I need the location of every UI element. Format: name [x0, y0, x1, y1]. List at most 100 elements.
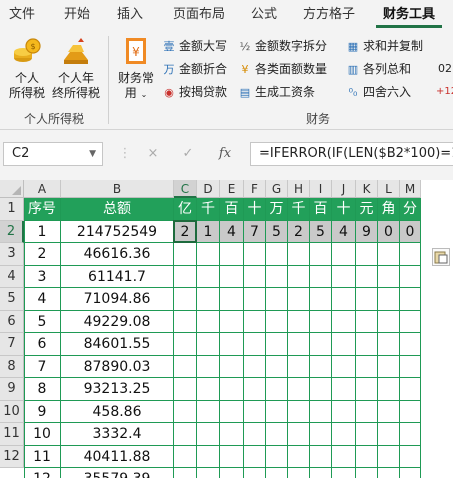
- digit-cell[interactable]: [356, 423, 378, 446]
- column-header-h[interactable]: H: [288, 180, 310, 198]
- data-cell[interactable]: 46616.36: [61, 243, 174, 266]
- digit-cell[interactable]: [356, 468, 378, 478]
- digit-cell[interactable]: [174, 445, 197, 468]
- digit-cell[interactable]: [310, 355, 332, 378]
- digit-cell[interactable]: [220, 243, 244, 266]
- digit-cell[interactable]: [174, 400, 197, 423]
- digit-cell[interactable]: [356, 445, 378, 468]
- amount-digit-split-button[interactable]: ½ 金额数字拆分: [238, 36, 327, 56]
- digit-cell[interactable]: [266, 423, 288, 446]
- digit-cell[interactable]: 1: [197, 220, 220, 243]
- digit-cell[interactable]: [197, 468, 220, 478]
- digit-cell[interactable]: [378, 243, 400, 266]
- tab-home[interactable]: 开始: [56, 0, 98, 30]
- data-cell[interactable]: 61141.7: [61, 265, 174, 288]
- digit-cell[interactable]: [400, 288, 421, 311]
- digit-cell[interactable]: [378, 468, 400, 478]
- personal-income-tax-button[interactable]: $ 个人 所得税: [4, 36, 50, 101]
- data-cell[interactable]: 87890.03: [61, 355, 174, 378]
- header-cell[interactable]: 角: [378, 198, 400, 221]
- digit-cell[interactable]: [400, 423, 421, 446]
- digit-cell[interactable]: [378, 310, 400, 333]
- digit-cell[interactable]: [332, 265, 356, 288]
- digit-cell[interactable]: [266, 355, 288, 378]
- digit-cell[interactable]: [288, 333, 310, 356]
- digit-cell[interactable]: [400, 445, 421, 468]
- digit-cell[interactable]: [220, 445, 244, 468]
- digit-cell[interactable]: [332, 310, 356, 333]
- digit-cell[interactable]: [310, 378, 332, 401]
- digit-cell[interactable]: [310, 468, 332, 478]
- data-cell[interactable]: 35579.39: [61, 468, 174, 478]
- digit-cell[interactable]: [310, 423, 332, 446]
- header-cell[interactable]: 总额: [61, 198, 174, 221]
- digit-cell[interactable]: [400, 265, 421, 288]
- digit-cell[interactable]: [220, 400, 244, 423]
- digit-cell[interactable]: 0: [378, 220, 400, 243]
- tab-insert[interactable]: 插入: [108, 0, 152, 30]
- column-header-m[interactable]: M: [400, 180, 421, 198]
- cancel-formula-button[interactable]: ×: [140, 142, 166, 166]
- digit-cell[interactable]: [288, 355, 310, 378]
- digit-cell[interactable]: [244, 423, 266, 446]
- header-cell[interactable]: 十: [332, 198, 356, 221]
- select-all-button[interactable]: [0, 180, 24, 198]
- data-cell[interactable]: 458.86: [61, 400, 174, 423]
- data-cell[interactable]: 84601.55: [61, 333, 174, 356]
- digit-cell[interactable]: [332, 423, 356, 446]
- digit-cell[interactable]: [174, 378, 197, 401]
- sum-and-copy-button[interactable]: ▦ 求和并复制: [346, 36, 423, 56]
- data-cell[interactable]: 7: [24, 355, 61, 378]
- digit-cell[interactable]: [378, 265, 400, 288]
- digit-cell[interactable]: [266, 468, 288, 478]
- digit-cell[interactable]: [266, 333, 288, 356]
- confirm-formula-button[interactable]: ✓: [175, 142, 201, 166]
- increment-tool-button[interactable]: +12: [436, 82, 453, 102]
- round-half-even-button[interactable]: ⁰₀ 四舍六入: [346, 82, 411, 102]
- digit-cell[interactable]: [266, 310, 288, 333]
- column-header-d[interactable]: D: [197, 180, 220, 198]
- tab-finance-tools[interactable]: 财务工具: [376, 0, 442, 30]
- row-header-3[interactable]: 3: [0, 243, 24, 266]
- header-cell[interactable]: 十: [244, 198, 266, 221]
- digit-cell[interactable]: 7: [244, 220, 266, 243]
- digit-cell[interactable]: 5: [266, 220, 288, 243]
- digit-cell[interactable]: [288, 243, 310, 266]
- digit-cell[interactable]: [400, 355, 421, 378]
- column-header-j[interactable]: J: [332, 180, 356, 198]
- digit-cell[interactable]: [288, 288, 310, 311]
- digit-cell[interactable]: [400, 400, 421, 423]
- worksheet-grid[interactable]: A B C D E F G H I J K L M 1 2 3 4 5 6 7 8 9 10 11 12 序号 总额亿千百十万千百十…: [0, 180, 453, 478]
- digit-cell[interactable]: [356, 400, 378, 423]
- row-header-6[interactable]: 6: [0, 310, 24, 333]
- row-header-9[interactable]: 9: [0, 378, 24, 401]
- digit-cell[interactable]: [244, 265, 266, 288]
- column-totals-button[interactable]: ▥ 各列总和: [346, 59, 411, 79]
- digit-cell[interactable]: [244, 468, 266, 478]
- digit-cell[interactable]: 0: [400, 220, 421, 243]
- digit-cell[interactable]: [378, 400, 400, 423]
- header-cell[interactable]: 百: [220, 198, 244, 221]
- digit-cell[interactable]: [332, 400, 356, 423]
- column-header-e[interactable]: E: [220, 180, 244, 198]
- data-cell[interactable]: 11: [24, 445, 61, 468]
- digit-cell[interactable]: [378, 445, 400, 468]
- digit-cell[interactable]: [244, 400, 266, 423]
- digit-cell[interactable]: [244, 378, 266, 401]
- digit-cell[interactable]: [310, 288, 332, 311]
- digit-cell[interactable]: [197, 355, 220, 378]
- column-header-g[interactable]: G: [266, 180, 288, 198]
- digit-cell[interactable]: [197, 400, 220, 423]
- name-box[interactable]: C2 ▼: [3, 142, 103, 166]
- row-header-10[interactable]: 10: [0, 400, 24, 423]
- digit-cell[interactable]: [174, 243, 197, 266]
- digit-cell[interactable]: [310, 310, 332, 333]
- digit-cell[interactable]: [378, 333, 400, 356]
- data-cell[interactable]: 214752549: [61, 220, 174, 243]
- digit-cell[interactable]: [332, 378, 356, 401]
- row-header-2[interactable]: 2: [0, 220, 24, 243]
- data-cell[interactable]: 93213.25: [61, 378, 174, 401]
- data-cell[interactable]: 5: [24, 310, 61, 333]
- digit-cell[interactable]: [197, 265, 220, 288]
- data-cell[interactable]: 1: [24, 220, 61, 243]
